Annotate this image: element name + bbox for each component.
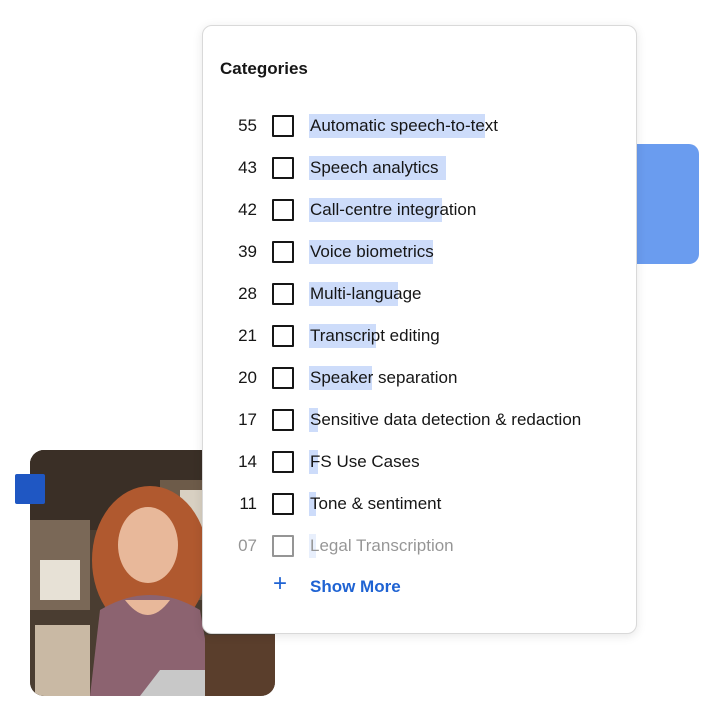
category-checkbox[interactable] [272, 241, 294, 263]
category-count: 20 [238, 368, 257, 387]
card-title: Categories [220, 59, 308, 78]
category-label: Legal Transcription [310, 536, 454, 555]
category-checkbox[interactable] [272, 409, 294, 431]
category-count: 43 [238, 158, 257, 177]
category-label: Automatic speech-to-text [310, 116, 499, 135]
decorative-small-square [15, 474, 45, 504]
category-label: Multi-language [310, 284, 422, 303]
category-row[interactable]: 39 Voice biometrics [203, 237, 638, 267]
category-row[interactable]: 55 Automatic speech-to-text [203, 111, 638, 141]
category-checkbox[interactable] [272, 535, 294, 557]
category-label: FS Use Cases [310, 452, 420, 471]
category-checkbox[interactable] [272, 157, 294, 179]
category-row[interactable]: 11 Tone & sentiment [203, 489, 638, 519]
category-count: 17 [238, 410, 257, 429]
category-row[interactable]: 43 Speech analytics [203, 153, 638, 183]
category-count: 07 [238, 536, 257, 555]
category-count: 11 [239, 494, 257, 513]
category-row[interactable]: 17 Sensitive data detection & redaction [203, 405, 638, 435]
category-row[interactable]: 42 Call-centre integration [203, 195, 638, 225]
category-count: 28 [238, 284, 257, 303]
category-label: Voice biometrics [310, 242, 434, 261]
category-row[interactable]: 20 Speaker separation [203, 363, 638, 393]
category-checkbox[interactable] [272, 283, 294, 305]
show-more-label: Show More [310, 577, 401, 596]
category-row[interactable]: 14 FS Use Cases [203, 447, 638, 477]
category-label: Speaker separation [310, 368, 458, 387]
category-label: Call-centre integration [310, 200, 477, 219]
category-checkbox[interactable] [272, 493, 294, 515]
categories-card: Categories 55 Automatic speech-to-text 43 S… [202, 25, 637, 634]
category-label: Speech analytics [310, 158, 439, 177]
category-count: 21 [238, 326, 257, 345]
category-row[interactable]: 07 Legal Transcription [203, 531, 638, 561]
category-count: 39 [238, 242, 257, 261]
category-checkbox[interactable] [272, 199, 294, 221]
category-count: 55 [238, 116, 257, 135]
category-row[interactable]: 21 Transcript editing [203, 321, 638, 351]
category-row[interactable]: 28 Multi-language [203, 279, 638, 309]
plus-icon: + [273, 570, 288, 597]
category-checkbox[interactable] [272, 115, 294, 137]
category-label: Sensitive data detection & redaction [310, 410, 582, 429]
category-count: 42 [238, 200, 257, 219]
category-checkbox[interactable] [272, 325, 294, 347]
category-count: 14 [238, 452, 257, 471]
category-label: Transcript editing [310, 326, 440, 345]
category-checkbox[interactable] [272, 367, 294, 389]
category-checkbox[interactable] [272, 451, 294, 473]
category-label: Tone & sentiment [310, 494, 442, 513]
